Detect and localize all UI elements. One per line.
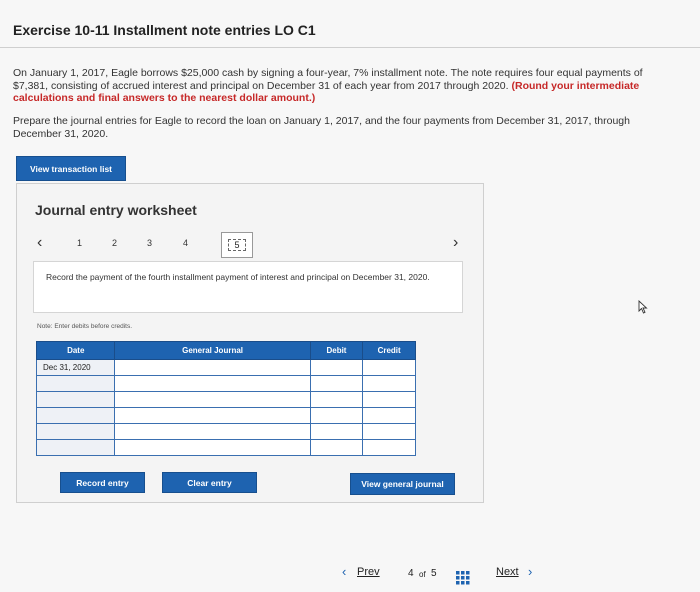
pager-page-5-current[interactable]: 5 (221, 232, 253, 258)
mouse-cursor-icon (638, 300, 648, 314)
next-link[interactable]: Next (496, 566, 519, 578)
date-column-header: Date (35, 341, 116, 360)
problem-paragraph-1: On January 1, 2017, Eagle borrows $25,00… (13, 67, 678, 105)
debit-cell[interactable] (309, 439, 364, 456)
pager-next-icon[interactable]: › (453, 234, 458, 252)
title-divider (0, 47, 700, 48)
view-general-journal-button[interactable]: View general journal (350, 473, 455, 495)
view-transaction-list-button[interactable]: View transaction list (16, 156, 126, 181)
account-cell[interactable] (114, 439, 311, 456)
page-of: of (419, 570, 426, 579)
worksheet-instruction: Record the payment of the fourth install… (33, 261, 463, 313)
worksheet-title: Journal entry worksheet (35, 202, 197, 218)
record-entry-button[interactable]: Record entry (60, 472, 145, 493)
account-cell[interactable] (114, 391, 311, 408)
date-cell[interactable]: Dec 31, 2020 (35, 359, 116, 376)
table-row (35, 407, 416, 424)
debit-cell[interactable] (309, 391, 364, 408)
prev-link[interactable]: Prev (357, 566, 380, 578)
journal-entry-worksheet: Journal entry worksheet ‹ 1 2 3 4 5 › Re… (16, 183, 484, 503)
debit-column-header: Debit (309, 341, 364, 360)
pager-page-2[interactable]: 2 (112, 238, 117, 248)
date-cell[interactable] (35, 407, 116, 424)
credit-cell[interactable] (362, 439, 416, 456)
pager-page-1[interactable]: 1 (77, 238, 82, 248)
account-cell[interactable] (114, 375, 311, 392)
problem-paragraph-2: Prepare the journal entries for Eagle to… (13, 115, 630, 140)
clear-entry-button[interactable]: Clear entry (162, 472, 257, 493)
table-row (35, 423, 416, 440)
date-cell[interactable] (35, 391, 116, 408)
date-cell[interactable] (35, 423, 116, 440)
pager-page-4[interactable]: 4 (183, 238, 188, 248)
table-row (35, 439, 416, 456)
prev-chevron-icon[interactable]: ‹ (342, 564, 346, 579)
exercise-title: Exercise 10-11 Installment note entries … (13, 22, 316, 38)
page: Exercise 10-11 Installment note entries … (0, 0, 700, 592)
table-row (35, 375, 416, 392)
page-total: 5 (431, 568, 437, 579)
current-page-number: 5 (228, 239, 246, 251)
date-cell[interactable] (35, 375, 116, 392)
credit-column-header: Credit (362, 341, 416, 360)
credit-cell[interactable] (362, 423, 416, 440)
journal-header-row: Date General Journal Debit Credit (35, 341, 416, 360)
account-cell[interactable] (114, 359, 311, 376)
account-cell[interactable] (114, 407, 311, 424)
question-grid-icon[interactable] (456, 571, 470, 585)
table-row: Dec 31, 2020 (35, 359, 416, 376)
worksheet-pager: ‹ 1 2 3 4 5 › (35, 232, 475, 260)
debit-cell[interactable] (309, 359, 364, 376)
credit-cell[interactable] (362, 375, 416, 392)
journal-table: Date General Journal Debit Credit Dec 31… (35, 341, 416, 456)
credit-cell[interactable] (362, 359, 416, 376)
debits-credits-note: Note: Enter debits before credits. (37, 323, 133, 330)
general-journal-column-header: General Journal (114, 341, 311, 360)
credit-cell[interactable] (362, 391, 416, 408)
debit-cell[interactable] (309, 423, 364, 440)
debit-cell[interactable] (309, 407, 364, 424)
debit-cell[interactable] (309, 375, 364, 392)
pager-prev-icon[interactable]: ‹ (37, 234, 42, 252)
journal-table-wrapper: Date General Journal Debit Credit Dec 31… (35, 341, 416, 456)
pager-page-3[interactable]: 3 (147, 238, 152, 248)
date-cell[interactable] (35, 439, 116, 456)
table-row (35, 391, 416, 408)
credit-cell[interactable] (362, 407, 416, 424)
next-chevron-icon[interactable]: › (528, 564, 532, 579)
page-current: 4 (408, 568, 414, 579)
account-cell[interactable] (114, 423, 311, 440)
